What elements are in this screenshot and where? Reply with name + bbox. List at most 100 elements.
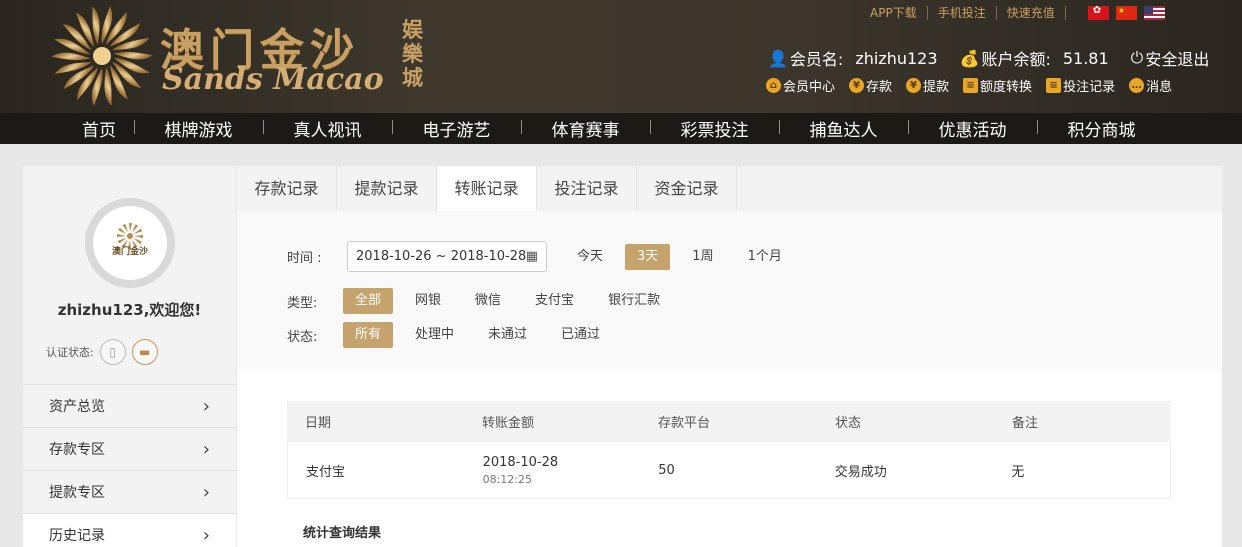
- records-table: 日期 转账金额 存款平台 状态 备注 支付宝 2018-10-28 08:12:…: [287, 401, 1171, 499]
- site-header: 澳门金沙 Sands Macao 娱樂城 APP下载 手机投注 快速充值 👤 会…: [0, 0, 1242, 113]
- type-option-all[interactable]: 全部: [343, 288, 394, 314]
- credit-transfer-label: 额度转换: [980, 80, 1033, 95]
- header-amount: 转账金额: [482, 416, 535, 431]
- status-option-processing[interactable]: 处理中: [403, 322, 466, 348]
- sidebar-item-withdraw[interactable]: 提款专区 ›: [23, 470, 236, 513]
- verify-status: 认证状态: ▯ ▬: [46, 339, 158, 365]
- china-flag-icon[interactable]: [1115, 6, 1137, 20]
- credit-transfer-link[interactable]: ≡ 额度转换: [963, 76, 1032, 95]
- phone-verify-icon[interactable]: ▯: [99, 339, 126, 365]
- top-links: APP下载 手机投注 快速充值: [860, 5, 1165, 20]
- app-download-link[interactable]: APP下载: [860, 6, 928, 20]
- time-option-1week[interactable]: 1周: [680, 244, 725, 270]
- balance-value: 51.81: [1062, 48, 1109, 68]
- user-icon: 👤: [768, 48, 788, 68]
- messages-label: 消息: [1146, 80, 1173, 95]
- mobile-bet-link[interactable]: 手机投注: [928, 6, 997, 20]
- type-option-netbank[interactable]: 网银: [403, 288, 453, 314]
- cell-status: 交易成功: [834, 464, 887, 480]
- status-option-all[interactable]: 所有: [343, 322, 394, 348]
- chevron-right-icon: ›: [202, 395, 210, 417]
- tab-deposit-records[interactable]: 存款记录: [237, 166, 337, 211]
- nav-fishing[interactable]: 捕鱼达人: [779, 116, 908, 141]
- yen-coin-icon: ¥: [906, 78, 922, 93]
- tab-fund-records[interactable]: 资金记录: [637, 166, 737, 211]
- yen-coin-icon: ¥: [849, 78, 865, 93]
- tab-transfer-records[interactable]: 转账记录: [437, 166, 537, 211]
- main-nav: 首页 棋牌游戏 真人视讯 电子游艺 体育赛事 彩票投注 捕鱼达人 优惠活动 积分…: [0, 113, 1242, 144]
- logout-label: 安全退出: [1145, 50, 1210, 69]
- time-label: 时间 :: [287, 251, 322, 266]
- transfer-icon: ≡: [963, 78, 979, 93]
- site-logo[interactable]: 澳门金沙 Sands Macao 娱樂城: [50, 4, 430, 108]
- sidebar-item-deposit[interactable]: 存款专区 ›: [23, 427, 236, 470]
- nav-lottery[interactable]: 彩票投注: [650, 116, 779, 141]
- header-status: 状态: [835, 416, 862, 431]
- sidebar-item-history[interactable]: 历史记录 ›: [23, 513, 236, 547]
- header-date: 日期: [305, 416, 332, 431]
- welcome-text: zhizhu123,欢迎您!: [57, 301, 202, 319]
- nav-chess-cards[interactable]: 棋牌游戏: [134, 116, 263, 141]
- stats-title: 统计查询结果: [303, 526, 382, 541]
- member-links: ⌂ 会员中心 ¥ 存款 ¥ 提款 ≡ 额度转换 ≡ 投注记录 … 消息: [766, 76, 1186, 95]
- deposit-link[interactable]: ¥ 存款: [849, 76, 892, 95]
- table-header: 日期 转账金额 存款平台 状态 备注: [287, 401, 1171, 442]
- usa-flag-icon[interactable]: [1143, 6, 1165, 20]
- sidebar: 澳门金沙 zhizhu123,欢迎您! 认证状态: ▯ ▬ 资产总览 › 存款专…: [23, 166, 236, 547]
- chevron-right-icon: ›: [202, 524, 210, 546]
- messages-link[interactable]: … 消息: [1129, 76, 1172, 95]
- logout-button[interactable]: ⏻ 安全退出: [1131, 46, 1210, 70]
- deposit-label: 存款: [866, 80, 893, 95]
- member-center-label: 会员中心: [783, 80, 836, 95]
- status-option-rejected[interactable]: 未通过: [476, 322, 539, 348]
- cell-platform: 50: [658, 462, 675, 478]
- sidebar-item-assets[interactable]: 资产总览 ›: [23, 384, 236, 427]
- calendar-icon: ▦: [525, 249, 538, 264]
- member-center-link[interactable]: ⌂ 会员中心: [766, 76, 835, 95]
- type-option-wechat[interactable]: 微信: [463, 288, 513, 314]
- time-option-today[interactable]: 今天: [565, 244, 615, 270]
- member-name: zhizhu123: [855, 48, 938, 68]
- nav-live-casino[interactable]: 真人视讯: [263, 116, 392, 141]
- sidebar-item-label: 存款专区: [49, 442, 105, 458]
- status-option-approved[interactable]: 已通过: [549, 322, 612, 348]
- cell-date: 2018-10-28: [482, 454, 559, 470]
- quick-recharge-link[interactable]: 快速充值: [997, 6, 1066, 20]
- record-tabs: 存款记录 提款记录 转账记录 投注记录 资金记录: [237, 166, 1222, 211]
- cell-note: 无: [1011, 464, 1025, 480]
- avatar-logo-icon: [117, 223, 143, 249]
- header-note: 备注: [1012, 416, 1039, 431]
- nav-sports[interactable]: 体育赛事: [521, 116, 650, 141]
- bet-records-label: 投注记录: [1063, 80, 1116, 95]
- tab-bet-records[interactable]: 投注记录: [537, 166, 637, 211]
- nav-home[interactable]: 首页: [64, 116, 134, 141]
- nav-points-mall[interactable]: 积分商城: [1037, 116, 1166, 141]
- type-option-alipay[interactable]: 支付宝: [523, 288, 586, 314]
- cell-method: 支付宝: [306, 464, 346, 480]
- power-icon: ⏻: [1130, 48, 1144, 67]
- nav-slots[interactable]: 电子游艺: [392, 116, 521, 141]
- withdraw-link[interactable]: ¥ 提款: [906, 76, 949, 95]
- withdraw-label: 提款: [923, 80, 950, 95]
- language-flags: [1087, 5, 1165, 20]
- card-verify-icon[interactable]: ▬: [131, 339, 158, 365]
- records-icon: ≡: [1046, 78, 1062, 93]
- status-label: 状态:: [287, 329, 318, 345]
- tab-withdraw-records[interactable]: 提款记录: [337, 166, 437, 211]
- time-option-3days[interactable]: 3天: [625, 243, 671, 270]
- date-range-input[interactable]: 2018-10-26 ~ 2018-10-28 ▦: [347, 241, 547, 272]
- balance-label: 账户余额:: [981, 50, 1051, 69]
- sidebar-item-label: 资产总览: [49, 399, 105, 415]
- side-menu: 资产总览 › 存款专区 › 提款专区 › 历史记录 ›: [23, 384, 236, 547]
- bet-records-link[interactable]: ≡ 投注记录: [1046, 76, 1115, 95]
- verify-label: 认证状态:: [46, 346, 94, 359]
- type-option-bank-transfer[interactable]: 银行汇款: [596, 288, 672, 314]
- header-platform: 存款平台: [658, 416, 711, 431]
- time-option-1month[interactable]: 1个月: [736, 244, 794, 270]
- sidebar-item-label: 历史记录: [49, 528, 105, 544]
- hong-kong-flag-icon[interactable]: [1087, 5, 1109, 20]
- money-bag-icon: 💰: [959, 48, 980, 68]
- avatar[interactable]: 澳门金沙: [85, 198, 175, 288]
- member-label: 会员名:: [789, 50, 844, 69]
- nav-promotions[interactable]: 优惠活动: [908, 116, 1037, 141]
